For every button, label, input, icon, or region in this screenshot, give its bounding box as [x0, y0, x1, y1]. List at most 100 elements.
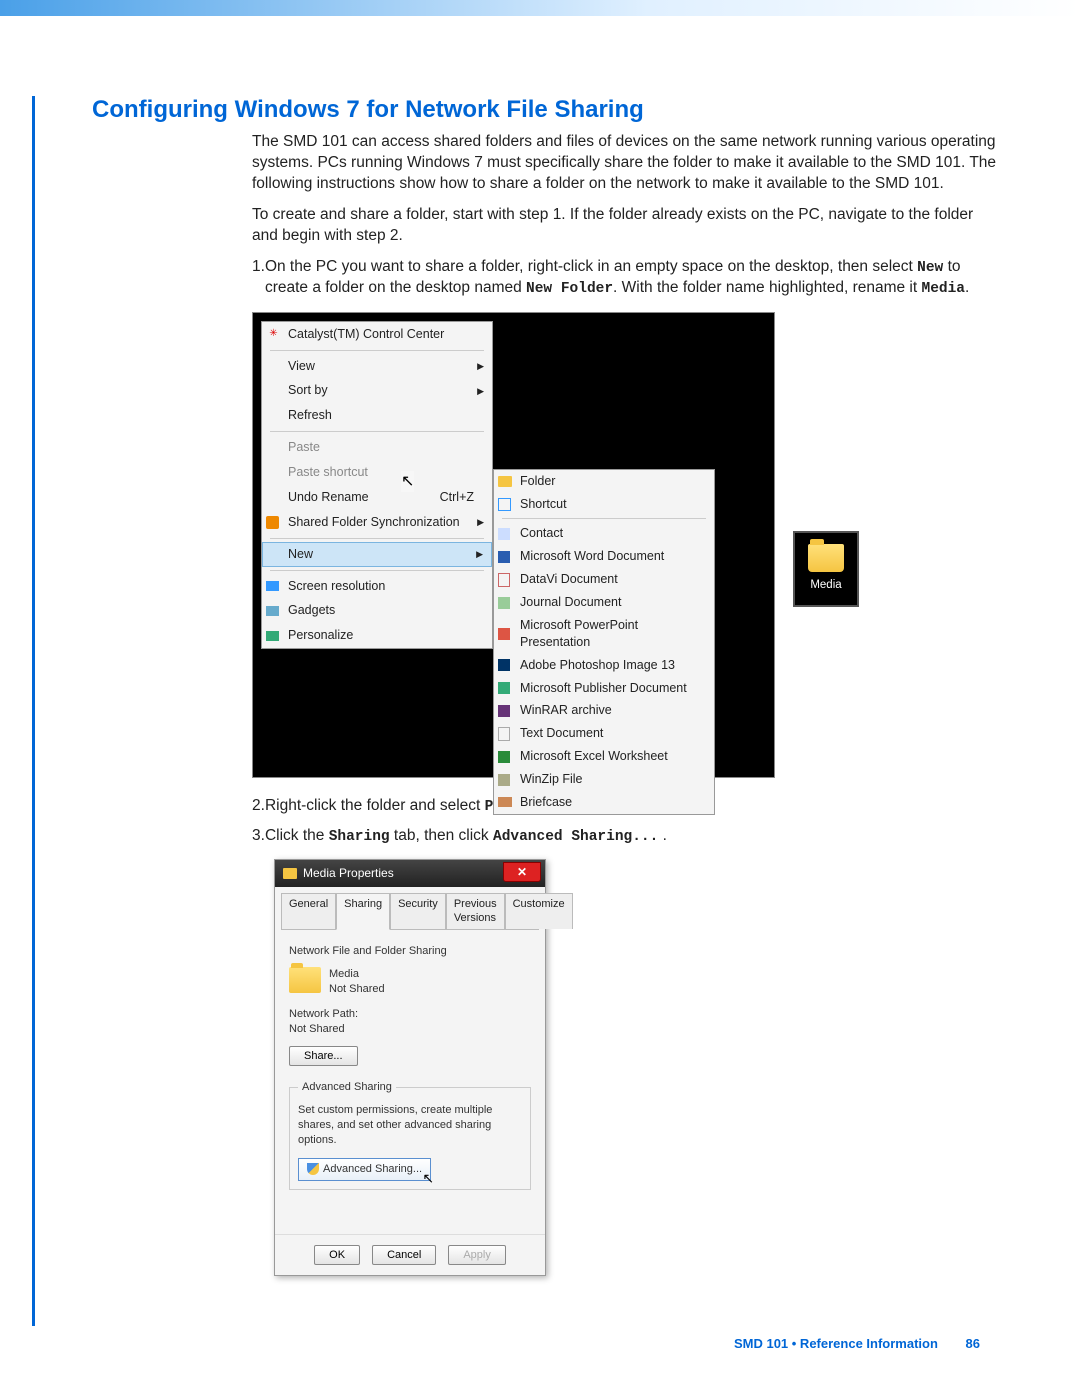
folder-icon: [283, 868, 297, 879]
tab-general[interactable]: General: [281, 893, 336, 930]
desktop-context-menu: ✳ Catalyst(TM) Control Center View ▶ Sor…: [261, 321, 493, 650]
submenu-text[interactable]: Text Document: [494, 722, 714, 745]
text-icon: [498, 727, 510, 741]
shared-status-label: Not Shared: [329, 982, 385, 997]
menu-paste: Paste: [262, 435, 492, 460]
menu-separator: [270, 570, 484, 571]
menu-sort-by[interactable]: Sort by ▶: [262, 378, 492, 403]
menu-undo-rename[interactable]: Undo Rename Ctrl+Z: [262, 485, 492, 510]
submenu-arrow-icon: ▶: [477, 360, 484, 372]
submenu-excel[interactable]: Microsoft Excel Worksheet: [494, 745, 714, 768]
step-1: 1. On the PC you want to share a folder,…: [252, 257, 1000, 300]
menu-refresh[interactable]: Refresh: [262, 403, 492, 428]
step-number: 3.: [252, 826, 265, 848]
advanced-sharing-group: Advanced Sharing Set custom permissions,…: [289, 1080, 531, 1189]
network-path-value: Not Shared: [289, 1022, 531, 1037]
folder-icon: [498, 476, 512, 487]
tab-customize[interactable]: Customize: [505, 893, 573, 930]
submenu-briefcase[interactable]: Briefcase: [494, 791, 714, 814]
tab-sharing[interactable]: Sharing: [336, 893, 390, 931]
menu-separator: [270, 538, 484, 539]
share-button[interactable]: Share...: [289, 1046, 358, 1066]
desktop-media-folder[interactable]: Media: [793, 531, 859, 607]
menu-separator: [502, 518, 706, 519]
section-title: Network File and Folder Sharing: [289, 944, 531, 959]
submenu-arrow-icon: ▶: [476, 548, 483, 560]
tabs-row: General Sharing Security Previous Versio…: [281, 893, 539, 931]
cancel-button[interactable]: Cancel: [372, 1245, 436, 1265]
media-properties-dialog: Media Properties ✕ General Sharing Secur…: [274, 859, 546, 1275]
footer-text: SMD 101 • Reference Information: [734, 1336, 938, 1351]
step-3: 3. Click the Sharing tab, then click Adv…: [252, 826, 1000, 848]
page-title: Configuring Windows 7 for Network File S…: [92, 96, 1000, 124]
dialog-footer: OK Cancel Apply: [275, 1234, 545, 1275]
menu-shared-folder-sync[interactable]: Shared Folder Synchronization ▶: [262, 510, 492, 535]
shortcut-label: Ctrl+Z: [420, 489, 474, 506]
tab-security[interactable]: Security: [390, 893, 446, 930]
psd-icon: [498, 659, 510, 671]
folder-info-row: Media Not Shared: [289, 967, 531, 997]
dialog-body: Network File and Folder Sharing Media No…: [275, 930, 545, 1233]
submenu-winzip[interactable]: WinZip File: [494, 768, 714, 791]
menu-view[interactable]: View ▶: [262, 354, 492, 379]
submenu-photoshop[interactable]: Adobe Photoshop Image 13: [494, 654, 714, 677]
new-submenu: Folder Shortcut Contact Microsoft Word D…: [493, 469, 715, 815]
dialog-title-text: Media Properties: [303, 865, 394, 881]
tab-previous-versions[interactable]: Previous Versions: [446, 893, 505, 930]
cursor-icon: ↖: [422, 1169, 434, 1188]
monitor-icon: [266, 581, 279, 591]
menu-catalyst[interactable]: ✳ Catalyst(TM) Control Center: [262, 322, 492, 347]
catalyst-icon: ✳: [266, 327, 281, 342]
menu-personalize[interactable]: Personalize: [262, 623, 492, 648]
datavi-icon: [498, 573, 510, 587]
menu-new[interactable]: New ▶: [262, 542, 492, 567]
excel-icon: [498, 751, 510, 763]
menu-paste-shortcut: Paste shortcut: [262, 460, 492, 485]
page-footer: SMD 101 • Reference Information 86: [92, 1336, 1000, 1351]
ok-button[interactable]: OK: [314, 1245, 360, 1265]
shortcut-icon: [498, 498, 511, 511]
dialog-titlebar: Media Properties ✕: [275, 860, 545, 886]
submenu-arrow-icon: ▶: [477, 516, 484, 528]
journal-icon: [498, 597, 510, 609]
submenu-word[interactable]: Microsoft Word Document: [494, 545, 714, 568]
folder-name-label: Media: [329, 967, 385, 982]
folder-icon: [808, 544, 844, 572]
step-1-text: On the PC you want to share a folder, ri…: [265, 257, 1000, 300]
submenu-winrar[interactable]: WinRAR archive: [494, 699, 714, 722]
submenu-journal[interactable]: Journal Document: [494, 591, 714, 614]
step-number: 1.: [252, 257, 265, 300]
intro-para-2: To create and share a folder, start with…: [252, 205, 1000, 247]
advanced-sharing-desc: Set custom permissions, create multiple …: [298, 1103, 522, 1148]
submenu-datavi[interactable]: DataVi Document: [494, 568, 714, 591]
close-button[interactable]: ✕: [503, 862, 541, 882]
left-blue-bar: [32, 96, 35, 1326]
gadgets-icon: [266, 606, 279, 616]
winrar-icon: [498, 705, 510, 717]
briefcase-icon: [498, 797, 512, 807]
top-gradient-bar: [0, 0, 1080, 16]
submenu-contact[interactable]: Contact: [494, 522, 714, 545]
screenshot-context-menu: ✳ Catalyst(TM) Control Center View ▶ Sor…: [252, 312, 775, 779]
menu-gadgets[interactable]: Gadgets: [262, 598, 492, 623]
advanced-sharing-button[interactable]: Advanced Sharing... ↖: [298, 1158, 431, 1181]
submenu-powerpoint[interactable]: Microsoft PowerPoint Presentation: [494, 614, 714, 654]
submenu-folder[interactable]: Folder: [494, 470, 714, 493]
submenu-publisher[interactable]: Microsoft Publisher Document: [494, 677, 714, 700]
ppt-icon: [498, 628, 510, 640]
personalize-icon: [266, 631, 279, 641]
shield-icon: [307, 1163, 319, 1175]
advanced-sharing-legend: Advanced Sharing: [298, 1080, 396, 1095]
menu-screen-resolution[interactable]: Screen resolution: [262, 574, 492, 599]
menu-separator: [270, 350, 484, 351]
intro-para-1: The SMD 101 can access shared folders an…: [252, 132, 1000, 195]
publisher-icon: [498, 682, 510, 694]
apply-button: Apply: [448, 1245, 506, 1265]
step-3-text: Click the Sharing tab, then click Advanc…: [265, 826, 667, 848]
winzip-icon: [498, 774, 510, 786]
contact-icon: [498, 528, 510, 540]
submenu-shortcut[interactable]: Shortcut: [494, 493, 714, 516]
network-path-label: Network Path:: [289, 1007, 531, 1022]
sync-icon: [266, 516, 279, 529]
folder-icon: [289, 967, 321, 993]
